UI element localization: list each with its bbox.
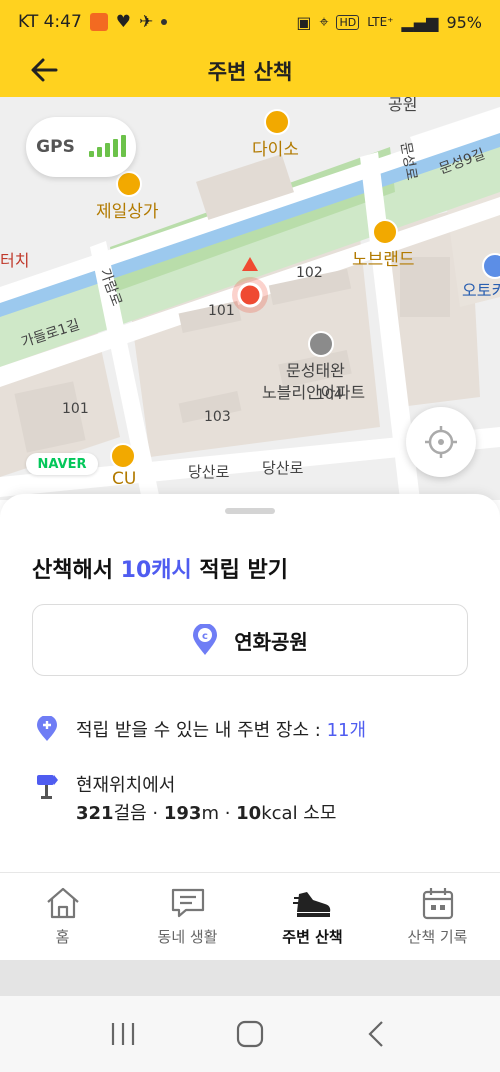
app-bar: 주변 산책 <box>0 44 500 97</box>
nav-walk-record-label: 산책 기록 <box>407 928 468 946</box>
nav-home[interactable]: 홈 <box>0 873 125 960</box>
map-label-norebrand: 노브랜드 <box>352 250 415 270</box>
from-current-location: 현재위치에서 <box>76 775 176 796</box>
chevron-left-icon <box>368 1021 383 1047</box>
map-label-top: 공원 <box>388 97 418 114</box>
walk-stats: 321걸음 · 193m · 10kcal 소모 <box>76 800 336 828</box>
norebrand-poi-icon[interactable] <box>372 219 398 245</box>
battery-label: 95% <box>446 12 482 32</box>
lock-icon: ▣ <box>296 12 312 32</box>
svg-text:c: c <box>202 631 208 642</box>
map-label-dangsan1: 당산로 <box>188 463 230 481</box>
temu-notification-icon <box>89 13 108 31</box>
system-navigation-bar <box>0 996 500 1072</box>
location-status-icon: ⌖ <box>319 12 329 31</box>
page-title: 주변 산책 <box>207 59 293 84</box>
nearby-places-text: 적립 받을 수 있는 내 주변 장소 : <box>76 720 321 741</box>
calendar-icon <box>422 888 453 920</box>
place-plus-icon <box>37 716 57 741</box>
nav-walk-record[interactable]: 산책 기록 <box>375 873 500 960</box>
cash-headline: 산책해서 10캐시 적립 받기 <box>32 552 288 584</box>
crosshair-icon <box>425 426 457 458</box>
map-label-b101-left: 101 <box>62 401 89 417</box>
kcal-value: 10 <box>236 803 262 824</box>
headline-prefix: 산책해서 <box>32 558 113 583</box>
home-icon <box>46 887 79 919</box>
more-notifications-icon <box>161 19 168 25</box>
nav-home-label: 홈 <box>55 928 70 946</box>
naver-logo: NAVER <box>26 453 98 475</box>
hd-icon: HD <box>336 14 360 30</box>
map-label-b103: 103 <box>204 409 231 425</box>
bottom-navigation: 홈 동네 생활 주변 산책 산책 기록 <box>0 872 500 960</box>
steps-unit: 걸음 · <box>113 803 164 824</box>
divider-band <box>0 960 500 996</box>
misc-notification-icon: ✈ <box>139 12 154 32</box>
nav-neighborhood[interactable]: 동네 생활 <box>125 873 250 960</box>
steps-value: 321 <box>76 803 114 824</box>
nearby-places-count: 11개 <box>326 720 367 741</box>
heart-notification-icon: ♥ <box>115 12 132 32</box>
place-pin-icon: c <box>193 624 218 655</box>
map-label-b102: 102 <box>296 265 323 281</box>
bottom-sheet: 산책해서 10캐시 적립 받기 c 연화공원 적립 받을 수 있는 내 주변 장… <box>0 494 500 872</box>
home-system-button[interactable] <box>230 1014 270 1054</box>
map-label-dangsan2: 당산로 <box>262 459 304 477</box>
headline-suffix: 적립 받기 <box>199 558 289 583</box>
daiso-poi-icon[interactable] <box>264 109 290 135</box>
recent-apps-icon <box>112 1023 135 1045</box>
home-square-icon <box>236 1020 264 1048</box>
kcal-unit: kcal 소모 <box>261 803 337 824</box>
map-label-apt2: 노블리안아파트 <box>262 383 366 402</box>
distance-unit: m · <box>201 803 237 824</box>
gps-label: GPS <box>36 137 75 157</box>
nav-neighborhood-label: 동네 생활 <box>157 928 218 946</box>
arrow-left-icon <box>31 58 58 82</box>
map-label-otokey: 오토키 <box>462 281 500 300</box>
nav-walk-label: 주변 산책 <box>282 928 343 946</box>
distance-value: 193 <box>163 803 202 824</box>
recent-apps-button[interactable] <box>103 1014 143 1054</box>
gps-status-pill: GPS <box>26 117 136 177</box>
current-location-marker <box>232 257 268 313</box>
map-label-touch: 터치 <box>0 251 30 270</box>
jeil-poi-icon[interactable] <box>116 171 142 197</box>
nearby-places-row: 적립 받을 수 있는 내 주변 장소 : 11개 <box>36 716 366 742</box>
headline-cash-amount: 10캐시 <box>120 558 192 583</box>
gps-signal-icon <box>88 135 126 157</box>
nav-walk[interactable]: 주변 산책 <box>250 873 375 960</box>
place-name: 연화공원 <box>234 629 308 654</box>
my-location-button[interactable] <box>406 407 476 477</box>
map-view[interactable]: 공원 다이소 제일상가 터치 가람로 가들로1길 노브랜드 문성로 문성9길 오… <box>0 97 500 500</box>
status-bar: KT 4:47 ♥ ✈ ▣ ⌖ HD LTE⁺ ▂▄▆ 95% <box>0 0 500 44</box>
map-label-jeil: 제일상가 <box>96 202 159 222</box>
nearest-place-button[interactable]: c 연화공원 <box>32 604 468 676</box>
network-label: LTE⁺ <box>367 15 394 29</box>
walk-stats-row: 현재위치에서 321걸음 · 193m · 10kcal 소모 <box>36 772 336 828</box>
map-label-apt1: 문성태완 <box>286 361 345 380</box>
sheet-drag-handle[interactable] <box>225 508 275 514</box>
chat-icon <box>171 888 204 918</box>
back-button[interactable] <box>26 52 62 88</box>
status-time: KT 4:47 <box>18 12 82 32</box>
map-label-cu: CU <box>112 469 137 489</box>
signal-status-icon: ▂▄▆ <box>401 12 439 32</box>
apartment-poi-icon[interactable] <box>308 331 334 357</box>
map-label-daiso: 다이소 <box>252 140 299 160</box>
cu-poi-icon[interactable] <box>110 443 136 469</box>
sneaker-icon <box>292 892 330 917</box>
signpost-icon <box>37 775 58 799</box>
back-system-button[interactable] <box>357 1014 397 1054</box>
